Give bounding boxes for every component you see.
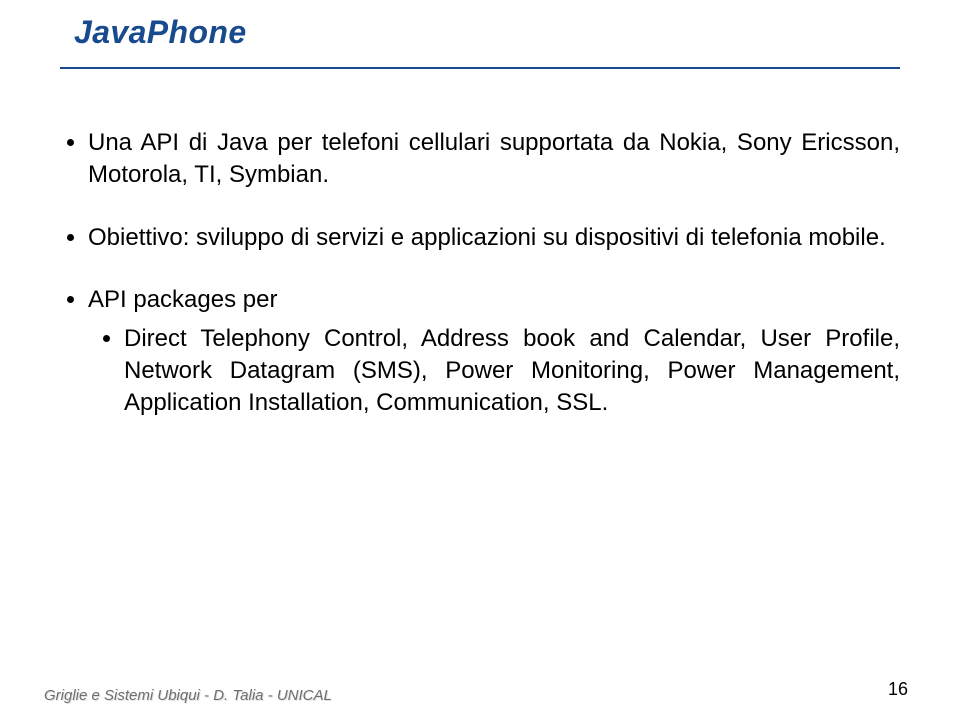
sub-bullet-item: Direct Telephony Control, Address book a… (124, 323, 900, 420)
bullet-list: Una API di Java per telefoni cellulari s… (60, 127, 900, 420)
sub-bullet-list: Direct Telephony Control, Address book a… (88, 323, 900, 420)
bullet-item: Una API di Java per telefoni cellulari s… (88, 127, 900, 192)
footer-text: Griglie e Sistemi Ubiqui - D. Talia - UN… (44, 687, 332, 704)
page-number: 16 (888, 679, 908, 700)
slide-body: Una API di Java per telefoni cellulari s… (60, 127, 900, 420)
sub-bullet-text: Direct Telephony Control, Address book a… (124, 325, 900, 417)
slide: JavaPhone Una API di Java per telefoni c… (0, 0, 960, 718)
title-rule (60, 67, 900, 69)
bullet-text: Obiettivo: sviluppo di servizi e applica… (88, 224, 886, 251)
bullet-item: API packages per Direct Telephony Contro… (88, 284, 900, 420)
bullet-text: Una API di Java per telefoni cellulari s… (88, 129, 900, 188)
bullet-item: Obiettivo: sviluppo di servizi e applica… (88, 222, 900, 254)
bullet-text: API packages per (88, 286, 277, 313)
slide-title: JavaPhone (74, 14, 900, 51)
